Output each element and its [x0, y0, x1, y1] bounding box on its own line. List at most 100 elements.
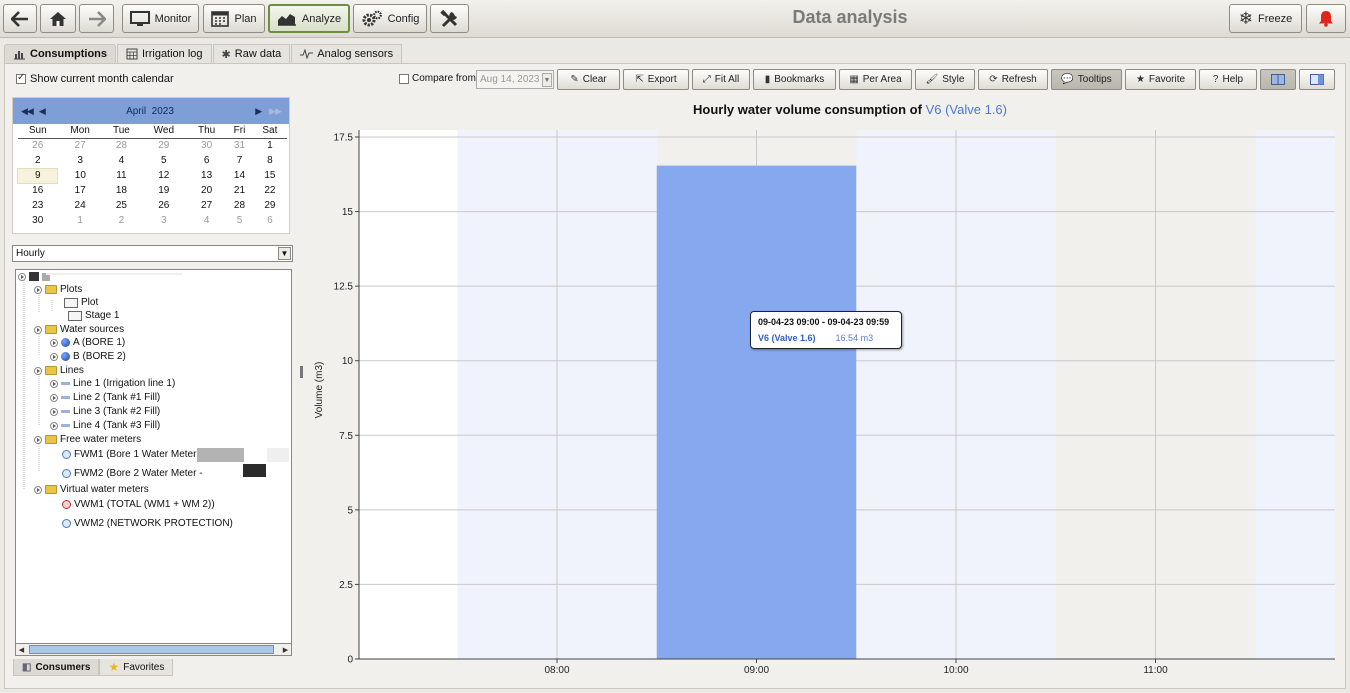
tab-irrigation-log[interactable]: Irrigation log	[117, 44, 212, 63]
calendar-day[interactable]: 28	[226, 198, 253, 213]
calendar-day[interactable]: 29	[141, 138, 187, 153]
plan-module-button[interactable]: Plan	[203, 4, 265, 33]
expand-toggle-icon[interactable]	[50, 393, 58, 402]
tree-item-stage[interactable]: Stage 1	[68, 310, 119, 321]
calendar-day[interactable]: 18	[102, 183, 140, 198]
next-month-icon[interactable]: ▶	[255, 106, 262, 117]
expand-toggle-icon[interactable]	[34, 325, 42, 334]
expand-toggle-icon[interactable]	[50, 421, 58, 430]
tree-item-vwm2[interactable]: VWM2 (NETWORK PROTECTION)	[62, 518, 233, 529]
layout-panel-button[interactable]	[1299, 69, 1335, 90]
tab-consumptions[interactable]: Consumptions	[4, 44, 116, 63]
calendar-day[interactable]: 27	[58, 138, 102, 153]
compare-checkbox[interactable]	[399, 73, 409, 84]
calendar-day[interactable]: 7	[226, 153, 253, 168]
home-button[interactable]	[40, 4, 76, 33]
calendar-day[interactable]: 13	[187, 168, 226, 183]
show-calendar-checkbox[interactable]	[16, 72, 26, 84]
analyze-module-button[interactable]: Analyze	[268, 4, 350, 33]
tools-button[interactable]	[430, 4, 469, 33]
expand-toggle-icon[interactable]	[34, 285, 42, 294]
tree-item-source-b[interactable]: B (BORE 2)	[50, 351, 126, 362]
calendar-day[interactable]: 6	[253, 213, 287, 228]
refresh-button[interactable]: ⟳ Refresh	[978, 69, 1048, 90]
expand-toggle-icon[interactable]	[34, 485, 42, 494]
tree-folder-water-sources[interactable]: Water sources	[34, 324, 124, 335]
layout-split-button[interactable]	[1260, 69, 1296, 90]
tree-item-source-a[interactable]: A (BORE 1)	[50, 337, 125, 348]
calendar-day[interactable]: 2	[102, 213, 140, 228]
tree-folder-virtual-meters[interactable]: Virtual water meters	[34, 484, 149, 495]
calendar-day[interactable]: 21	[226, 183, 253, 198]
alarm-button[interactable]	[1306, 4, 1346, 33]
expand-toggle-icon[interactable]	[50, 407, 58, 416]
tree-folder-free-meters[interactable]: Free water meters	[34, 434, 141, 445]
expand-toggle-icon[interactable]	[34, 435, 42, 444]
calendar-day[interactable]: 23	[18, 198, 58, 213]
calendar-day[interactable]: 5	[141, 153, 187, 168]
chevron-down-icon[interactable]: ▼	[278, 247, 291, 260]
calendar-day[interactable]: 12	[141, 168, 187, 183]
calendar-day[interactable]: 16	[18, 183, 58, 198]
calendar-day[interactable]: 3	[58, 153, 102, 168]
compare-date-field[interactable]: Aug 14, 2023 ▼	[476, 70, 554, 89]
expand-toggle-icon[interactable]	[50, 352, 58, 361]
calendar-day[interactable]: 29	[253, 198, 287, 213]
tree-item-line-1[interactable]: Line 1 (Irrigation line 1)	[50, 378, 175, 389]
calendar-day[interactable]: 31	[226, 138, 253, 153]
calendar-day[interactable]: 5	[226, 213, 253, 228]
calendar-day[interactable]: 27	[187, 198, 226, 213]
calendar-day[interactable]: 30	[187, 138, 226, 153]
calendar-day[interactable]: 11	[102, 168, 140, 183]
calendar-day[interactable]: 30	[18, 213, 58, 228]
compare-option[interactable]: Compare from	[399, 73, 476, 84]
calendar-day[interactable]: 15	[253, 168, 287, 183]
calendar-day[interactable]: 28	[102, 138, 140, 153]
clear-button[interactable]: ✎ Clear	[557, 69, 620, 90]
scroll-right-icon[interactable]: ▶	[280, 644, 291, 655]
config-module-button[interactable]: Config	[353, 4, 427, 33]
calendar-day[interactable]: 25	[102, 198, 140, 213]
tab-consumers[interactable]: ◧ Consumers	[13, 659, 100, 676]
prev-year-icon[interactable]: ◀◀	[21, 106, 34, 117]
calendar-day[interactable]: 19	[141, 183, 187, 198]
calendar-day[interactable]: 6	[187, 153, 226, 168]
calendar-day[interactable]: 26	[141, 198, 187, 213]
calendar-day[interactable]: 22	[253, 183, 287, 198]
export-button[interactable]: ⇱ Export	[623, 69, 689, 90]
calendar-day[interactable]: 9	[16, 167, 59, 184]
per-area-button[interactable]: ▦ Per Area	[839, 69, 912, 90]
bar-0900[interactable]	[656, 165, 857, 659]
calendar-day[interactable]: 10	[58, 168, 102, 183]
next-year-icon[interactable]: ▶▶	[269, 106, 282, 117]
tree-item-line-3[interactable]: Line 3 (Tank #2 Fill)	[50, 406, 160, 417]
expand-toggle-icon[interactable]	[18, 272, 26, 281]
tree-item-fwm1[interactable]: FWM1 (Bore 1 Water Meter -	[62, 449, 203, 460]
calendar-day[interactable]: 3	[141, 213, 187, 228]
tab-favorites[interactable]: ★ Favorites	[99, 659, 174, 676]
expand-toggle-icon[interactable]	[50, 338, 58, 347]
show-calendar-option[interactable]: Show current month calendar	[16, 72, 174, 85]
tree-item-line-4[interactable]: Line 4 (Tank #3 Fill)	[50, 420, 160, 431]
chevron-down-icon[interactable]: ▼	[542, 73, 552, 87]
calendar-day[interactable]: 2	[18, 153, 58, 168]
period-dropdown[interactable]: Hourly ▼	[12, 245, 293, 262]
tooltips-toggle-button[interactable]: 💬 Tooltips	[1051, 69, 1122, 90]
calendar-day[interactable]: 4	[102, 153, 140, 168]
calendar-day[interactable]: 24	[58, 198, 102, 213]
calendar-day[interactable]: 17	[58, 183, 102, 198]
calendar-day[interactable]: 4	[187, 213, 226, 228]
tree-item-vwm1[interactable]: VWM1 (TOTAL (WM1 + WM 2))	[62, 499, 215, 510]
expand-toggle-icon[interactable]	[34, 366, 42, 375]
tree-item-plot[interactable]: Plot	[64, 297, 98, 308]
favorite-button[interactable]: ★ Favorite	[1125, 69, 1196, 90]
tree-horizontal-scrollbar[interactable]: ◀ ▶	[15, 643, 292, 656]
calendar-day[interactable]: 8	[253, 153, 287, 168]
tab-raw-data[interactable]: ✱ Raw data	[212, 44, 291, 63]
calendar-day[interactable]: 1	[58, 213, 102, 228]
tree-folder-lines[interactable]: Lines	[34, 365, 84, 376]
help-button[interactable]: ? Help	[1199, 69, 1257, 90]
calendar-day[interactable]: 20	[187, 183, 226, 198]
calendar-day[interactable]: 1	[253, 138, 287, 153]
tree-item-fwm2[interactable]: FWM2 (Bore 2 Water Meter -	[62, 468, 203, 479]
